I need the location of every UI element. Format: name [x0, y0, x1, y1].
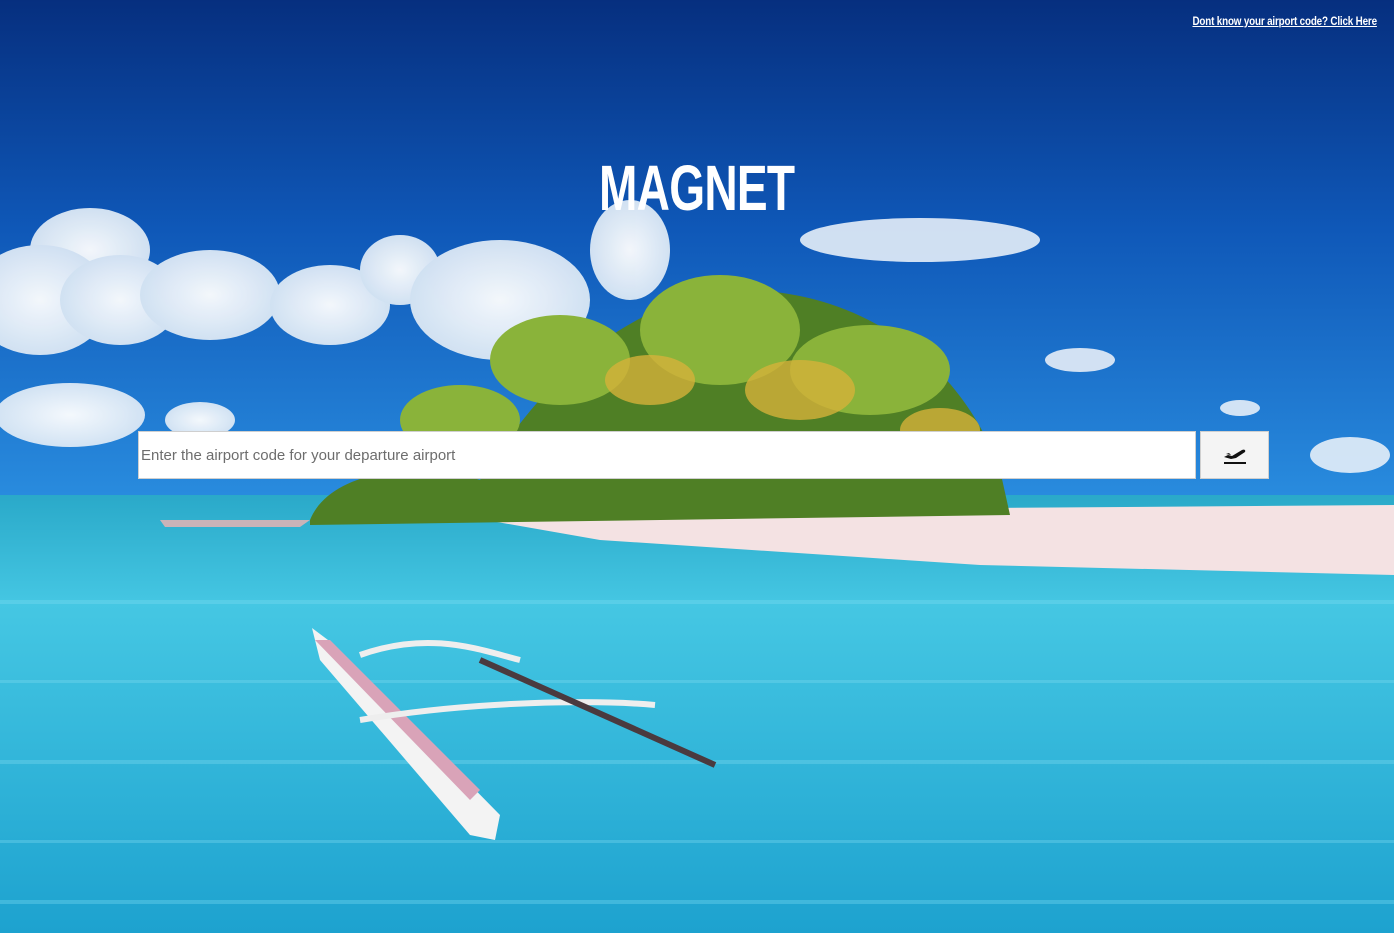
search-submit-button[interactable] [1200, 431, 1269, 479]
brand-title-text: MAGNET [599, 152, 795, 224]
landing-page: Dont know your airport code? Click Here … [0, 0, 1394, 933]
airport-code-help-link[interactable]: Dont know your airport code? Click Here [1193, 14, 1378, 28]
brand-title: MAGNET [0, 148, 1394, 228]
departure-airport-input[interactable] [138, 431, 1196, 479]
departure-search-bar [138, 431, 1269, 479]
airplane-takeoff-icon [1223, 449, 1246, 464]
